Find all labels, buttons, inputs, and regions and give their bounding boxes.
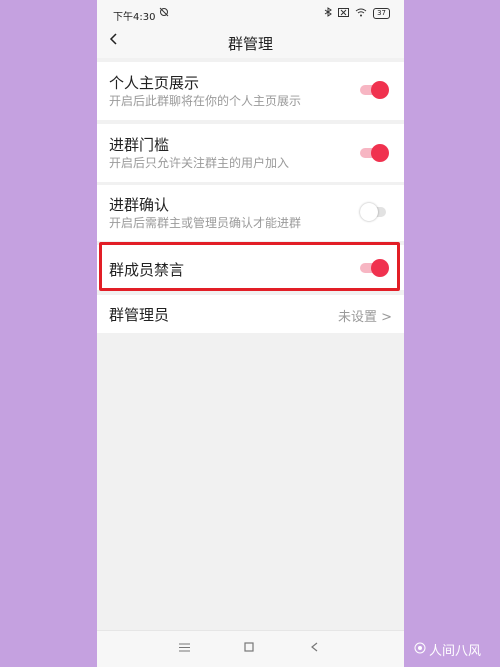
back-icon[interactable]: [311, 641, 318, 656]
join-threshold-toggle[interactable]: [360, 144, 389, 162]
watermark-icon: [414, 642, 426, 658]
battery-icon: 37: [373, 8, 390, 19]
setting-row-profile-display: 个人主页展示 开启后此群聊将在你的个人主页展示: [97, 62, 404, 120]
status-bar: 下午4:30 37: [97, 0, 404, 28]
navigation-bar: 群管理: [97, 28, 404, 58]
profile-display-toggle[interactable]: [360, 81, 389, 99]
sim-icon: [338, 7, 350, 20]
setting-description: 开启后只允许关注群主的用户加入: [109, 156, 290, 170]
menu-icon[interactable]: [179, 641, 190, 656]
wifi-icon: [355, 8, 367, 20]
admin-value: 未设置 >: [337, 310, 392, 325]
system-nav-bar: [97, 630, 404, 667]
setting-label: 进群确认: [109, 196, 170, 214]
status-time: 下午4:30: [113, 12, 156, 23]
admin-label: 群管理员: [109, 306, 170, 324]
page-title: 群管理: [227, 35, 273, 53]
setting-label: 个人主页展示: [109, 74, 200, 92]
do-not-disturb-icon: [159, 7, 169, 20]
toggle-knob: [371, 144, 389, 162]
highlight-box: [99, 242, 400, 291]
toggle-knob: [371, 81, 389, 99]
phone-screen: 下午4:30 37 群管理 个人主页展示 开启后此群聊将在你的个人主页展示 进群…: [97, 0, 404, 667]
watermark-text: 人间八风: [429, 644, 482, 659]
setting-description: 开启后需群主或管理员确认才能进群: [109, 216, 302, 230]
setting-description: 开启后此群聊将在你的个人主页展示: [109, 94, 302, 108]
setting-row-join-threshold: 进群门槛 开启后只允许关注群主的用户加入: [97, 124, 404, 182]
admin-row[interactable]: 群管理员 未设置 >: [97, 295, 404, 333]
setting-row-join-confirmation: 进群确认 开启后需群主或管理员确认才能进群: [97, 185, 404, 241]
home-icon[interactable]: [244, 641, 254, 656]
toggle-knob: [360, 203, 378, 221]
watermark: 人间八风: [414, 640, 481, 659]
setting-label: 进群门槛: [109, 136, 170, 154]
bluetooth-icon: [324, 7, 332, 20]
join-confirmation-toggle[interactable]: [360, 203, 388, 221]
